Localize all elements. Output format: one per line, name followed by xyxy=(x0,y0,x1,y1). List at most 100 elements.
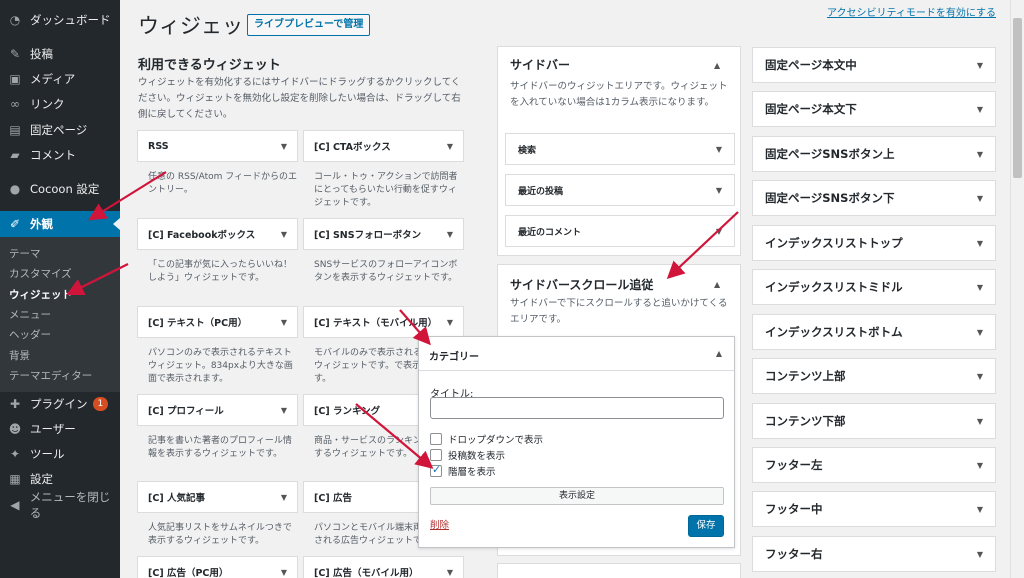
caret-down-icon: ▼ xyxy=(976,549,983,559)
tool-icon: ✦ xyxy=(9,447,21,461)
widget-cta-box[interactable]: [C] CTAボックス ▼ xyxy=(303,130,464,162)
submenu-menus[interactable]: メニュー xyxy=(9,307,51,322)
user-icon: ☻ xyxy=(8,422,22,436)
menu-plugins[interactable]: ✚ プラグイン 1 xyxy=(0,391,120,417)
submenu-widgets[interactable]: ウィジェット xyxy=(9,287,72,302)
sidebar-area-title[interactable]: サイドバー xyxy=(510,56,570,73)
caret-down-icon: ▼ xyxy=(280,405,287,415)
area-content-top[interactable]: コンテンツ上部 ▼ xyxy=(752,358,996,394)
widget-text-pc-desc: パソコンのみで表示されるテキストウィジェット。834pxより大きな画面で表示され… xyxy=(148,348,293,384)
area-page-content-bottom[interactable]: 固定ページ本文下 ▼ xyxy=(752,91,996,127)
area-page-sns-bottom[interactable]: 固定ページSNSボタン下 ▼ xyxy=(752,180,996,216)
caret-down-icon: ▼ xyxy=(976,60,983,70)
category-widget-header[interactable]: カテゴリー ▲ xyxy=(419,337,734,371)
category-widget-panel: カテゴリー ▲ タイトル: ドロップダウンで表示 投稿数を表示 階層を表示 表示… xyxy=(418,336,735,548)
area-footer-right[interactable]: フッター右 ▼ xyxy=(752,536,996,572)
update-count-badge: 1 xyxy=(92,397,109,411)
caret-down-icon: ▼ xyxy=(976,460,983,470)
category-widget-title: カテゴリー xyxy=(429,352,479,363)
submenu-background[interactable]: 背景 xyxy=(9,348,30,363)
menu-tools[interactable]: ✦ ツール xyxy=(0,441,120,467)
display-settings-button[interactable]: 表示設定 xyxy=(430,487,724,505)
caret-down-icon: ▼ xyxy=(976,327,983,337)
delete-link[interactable]: 削除 xyxy=(430,517,449,531)
caret-down-icon: ▼ xyxy=(446,229,453,239)
dropdown-checkbox[interactable] xyxy=(430,433,442,445)
widget-sns-follow-desc: SNSサービスのフォローアイコンボタンを表示するウィジェットです。 xyxy=(314,260,458,283)
sidebar-widget-search[interactable]: 検索 ▼ xyxy=(505,133,735,165)
widget-profile-desc: 記事を書いた著者のプロフィール情報を表示するウィジェットです。 xyxy=(148,436,292,459)
menu-appearance[interactable]: ✐ 外観 xyxy=(0,211,120,237)
save-button[interactable]: 保存 xyxy=(688,515,724,537)
brush-icon: ✐ xyxy=(9,217,21,231)
area-index-list-middle[interactable]: インデックスリストミドル ▼ xyxy=(752,269,996,305)
accessibility-mode-link[interactable]: アクセシビリティモードを有効にする xyxy=(827,4,996,19)
collapse-icon: ◀ xyxy=(10,498,20,512)
menu-comments[interactable]: ▰ コメント xyxy=(0,142,120,168)
menu-dashboard[interactable]: ◔ ダッシュボード xyxy=(0,7,120,33)
caret-up-icon[interactable]: ▲ xyxy=(714,280,720,289)
menu-pages[interactable]: ▤ 固定ページ xyxy=(0,117,120,143)
page-title: ウィジェット xyxy=(138,14,264,38)
submenu-header[interactable]: ヘッダー xyxy=(9,327,51,342)
submenu-themes[interactable]: テーマ xyxy=(9,246,41,261)
sidebar-widget-recent-comments[interactable]: 最近のコメント ▼ xyxy=(505,215,735,247)
show-hierarchy-checkbox[interactable] xyxy=(430,463,442,477)
caret-down-icon: ▼ xyxy=(976,371,983,381)
menu-cocoon-settings[interactable]: ● Cocoon 設定 xyxy=(0,176,120,202)
live-preview-button[interactable]: ライブプレビューで管理 xyxy=(247,14,371,36)
dashboard-icon: ◔ xyxy=(9,13,21,27)
link-icon: ∞ xyxy=(10,97,20,111)
menu-users[interactable]: ☻ ユーザー xyxy=(0,416,120,442)
caret-down-icon: ▼ xyxy=(280,141,287,151)
menu-posts[interactable]: ✎ 投稿 xyxy=(0,41,120,67)
caret-down-icon: ▼ xyxy=(280,317,287,327)
widget-popular-posts[interactable]: [C] 人気記事 ▼ xyxy=(137,481,298,513)
plugin-icon: ✚ xyxy=(9,397,21,411)
sidebar-widget-recent-posts[interactable]: 最近の投稿 ▼ xyxy=(505,174,735,206)
caret-down-icon: ▼ xyxy=(976,416,983,426)
widget-text-pc[interactable]: [C] テキスト（PC用） ▼ xyxy=(137,306,298,338)
widget-ad-mobile[interactable]: [C] 広告（モバイル用） ▼ xyxy=(303,556,464,578)
caret-down-icon: ▼ xyxy=(715,144,722,154)
submenu-theme-editor[interactable]: テーマエディター xyxy=(9,368,92,383)
dropdown-option[interactable]: ドロップダウンで表示 xyxy=(430,432,543,446)
area-index-list-bottom[interactable]: インデックスリストボトム ▼ xyxy=(752,314,996,350)
widget-ad-pc[interactable]: [C] 広告（PC用） ▼ xyxy=(137,556,298,578)
caret-up-icon[interactable]: ▲ xyxy=(716,349,722,358)
scrollbar-thumb[interactable] xyxy=(1013,18,1022,178)
widget-facebook-box-desc: 「この記事が気に入ったらいいね！しよう」ウィジェットです。 xyxy=(148,260,293,283)
show-count-checkbox[interactable] xyxy=(430,449,442,461)
sidebar-area-description: サイドバーのウィジットエリアです。ウィジェットを入れていない場合は1カラム表示に… xyxy=(510,81,728,108)
menu-media[interactable]: ▣ メディア xyxy=(0,66,120,92)
show-hierarchy-option[interactable]: 階層を表示 xyxy=(430,463,496,478)
caret-down-icon: ▼ xyxy=(280,229,287,239)
widget-sns-follow[interactable]: [C] SNSフォローボタン ▼ xyxy=(303,218,464,250)
widget-profile[interactable]: [C] プロフィール ▼ xyxy=(137,394,298,426)
caret-down-icon: ▼ xyxy=(976,149,983,159)
available-widgets-description: ウィジェットを有効化するにはサイドバーにドラッグするかクリックしてください。ウィ… xyxy=(138,77,461,120)
page-icon: ▤ xyxy=(9,123,21,137)
show-count-option[interactable]: 投稿数を表示 xyxy=(430,448,505,462)
widget-facebook-box[interactable]: [C] Facebookボックス ▼ xyxy=(137,218,298,250)
area-index-list-top[interactable]: インデックスリストトップ ▼ xyxy=(752,225,996,261)
caret-down-icon: ▼ xyxy=(446,141,453,151)
widget-rss[interactable]: RSS ▼ xyxy=(137,130,298,162)
scroll-area-title[interactable]: サイドバースクロール追従 xyxy=(510,276,653,293)
next-widget-area xyxy=(497,563,741,578)
area-content-bottom[interactable]: コンテンツ下部 ▼ xyxy=(752,403,996,439)
widget-cta-box-desc: コール・トゥ・アクションで訪問者にとってもらいたい行動を促すウィジェットです。 xyxy=(314,172,458,208)
title-input[interactable] xyxy=(430,397,724,419)
settings-icon: ▦ xyxy=(9,472,21,486)
submenu-customize[interactable]: カスタマイズ xyxy=(9,266,72,281)
menu-collapse[interactable]: ◀ メニューを閉じる xyxy=(0,490,120,520)
area-page-sns-top[interactable]: 固定ページSNSボタン上 ▼ xyxy=(752,136,996,172)
caret-up-icon[interactable]: ▲ xyxy=(714,61,720,70)
area-footer-center[interactable]: フッター中 ▼ xyxy=(752,491,996,527)
page-scrollbar[interactable] xyxy=(1010,0,1024,578)
admin-sidebar: ◔ ダッシュボード ✎ 投稿 ▣ メディア ∞ リンク ▤ 固定ページ ▰ コメ… xyxy=(0,0,120,578)
menu-links[interactable]: ∞ リンク xyxy=(0,91,120,117)
area-footer-left[interactable]: フッター左 ▼ xyxy=(752,447,996,483)
area-page-content-middle[interactable]: 固定ページ本文中 ▼ xyxy=(752,47,996,83)
widget-text-mobile[interactable]: [C] テキスト（モバイル用） ▼ xyxy=(303,306,464,338)
